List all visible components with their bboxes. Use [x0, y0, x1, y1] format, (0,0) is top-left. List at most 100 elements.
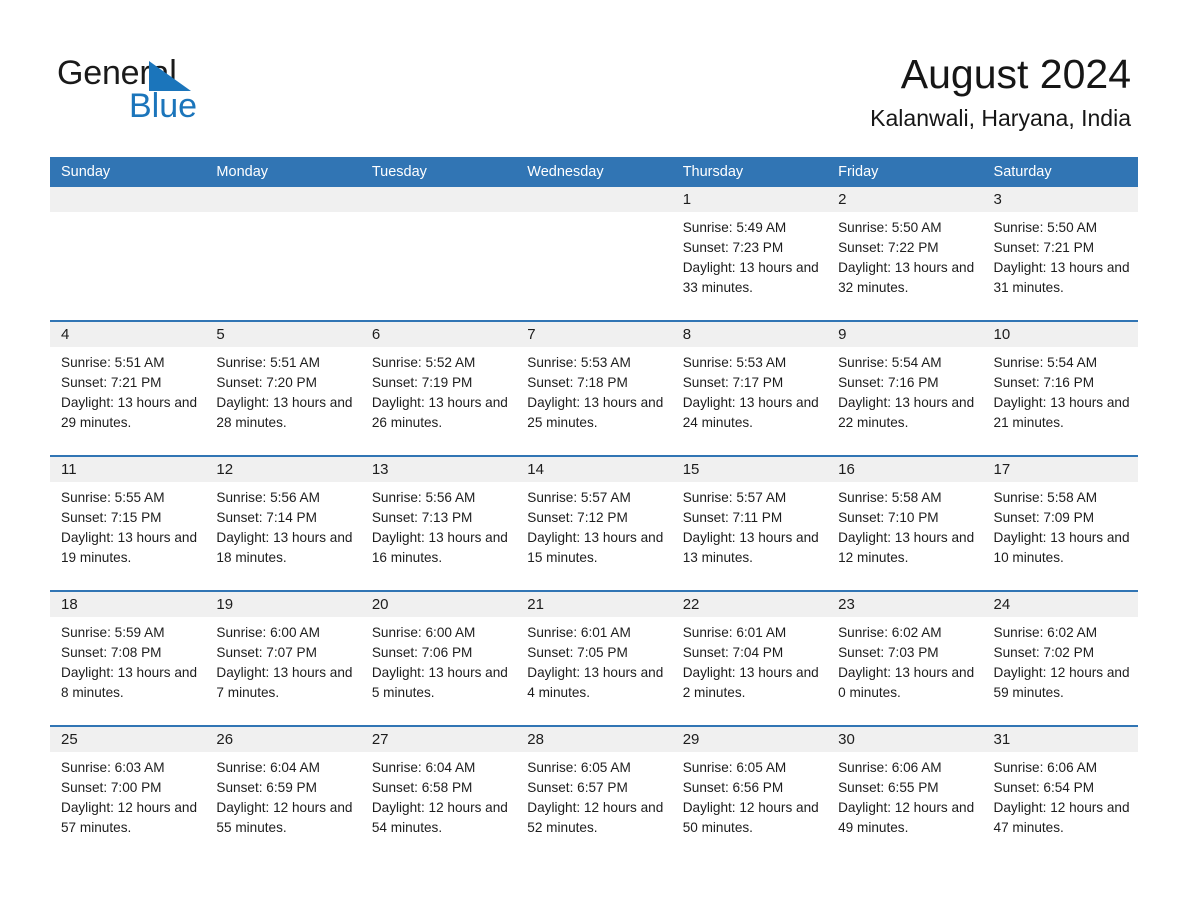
day-sun-info: Sunrise: 5:56 AM Sunset: 7:14 PM Dayligh…: [216, 490, 353, 566]
location-subtitle: Kalanwali, Haryana, India: [870, 105, 1131, 131]
day-sun-info: Sunrise: 5:50 AM Sunset: 7:21 PM Dayligh…: [993, 220, 1130, 296]
calendar-day-cell[interactable]: 20 Sunrise: 6:00 AM Sunset: 7:06 PM Dayli…: [360, 592, 517, 725]
calendar-day-cell[interactable]: 7 Sunrise: 5:53 AM Sunset: 7:18 PM Daylig…: [516, 322, 672, 455]
weekday-header-saturday: Saturday: [993, 164, 1052, 180]
day-sun-info: [361, 212, 516, 218]
day-number: 30: [827, 727, 983, 752]
day-sun-info: Sunrise: 6:06 AM Sunset: 6:55 PM Dayligh…: [838, 760, 975, 836]
day-sun-info: Sunrise: 6:04 AM Sunset: 6:58 PM Dayligh…: [371, 760, 508, 836]
day-sun-info: Sunrise: 6:05 AM Sunset: 6:57 PM Dayligh…: [527, 760, 664, 836]
weekday-header-tuesday: Tuesday: [371, 164, 427, 180]
weekday-header-thursday: Thursday: [682, 164, 744, 180]
calendar-day-cell[interactable]: 22 Sunrise: 6:01 AM Sunset: 7:04 PM Dayli…: [671, 592, 828, 725]
day-sun-info: Sunrise: 5:53 AM Sunset: 7:18 PM Dayligh…: [527, 355, 664, 431]
day-sun-info: Sunrise: 6:04 AM Sunset: 6:59 PM Dayligh…: [216, 760, 353, 836]
day-sun-info: Sunrise: 6:01 AM Sunset: 7:04 PM Dayligh…: [682, 625, 819, 701]
day-number: 27: [360, 727, 517, 752]
day-sun-info: Sunrise: 6:00 AM Sunset: 7:06 PM Dayligh…: [371, 625, 508, 701]
calendar-day-cell[interactable]: 28 Sunrise: 6:05 AM Sunset: 6:57 PM Dayli…: [516, 727, 672, 860]
calendar-day-cell-empty: [50, 187, 206, 320]
day-number: 26: [205, 727, 361, 752]
day-sun-info: Sunrise: 5:59 AM Sunset: 7:08 PM Dayligh…: [61, 625, 198, 701]
day-number: 10: [982, 322, 1138, 347]
calendar-day-cell[interactable]: 23 Sunrise: 6:02 AM Sunset: 7:03 PM Dayli…: [827, 592, 983, 725]
calendar-day-cell[interactable]: 11 Sunrise: 5:55 AM Sunset: 7:15 PM Dayli…: [50, 457, 206, 590]
calendar-day-cell[interactable]: 16 Sunrise: 5:58 AM Sunset: 7:10 PM Dayli…: [827, 457, 983, 590]
calendar-day-cell[interactable]: 18 Sunrise: 5:59 AM Sunset: 7:08 PM Dayli…: [50, 592, 206, 725]
calendar-day-cell[interactable]: 27 Sunrise: 6:04 AM Sunset: 6:58 PM Dayli…: [360, 727, 517, 860]
day-number: 31: [982, 727, 1138, 752]
day-number: 13: [360, 457, 517, 482]
calendar-day-cell[interactable]: 17 Sunrise: 5:58 AM Sunset: 7:09 PM Dayli…: [982, 457, 1138, 590]
day-number: 9: [827, 322, 983, 347]
day-sun-info: Sunrise: 5:57 AM Sunset: 7:11 PM Dayligh…: [682, 490, 819, 566]
day-sun-info: [50, 212, 205, 218]
day-number: [205, 187, 361, 212]
calendar-day-cell[interactable]: 10 Sunrise: 5:54 AM Sunset: 7:16 PM Dayli…: [982, 322, 1138, 455]
calendar-week-row: 4 Sunrise: 5:51 AM Sunset: 7:21 PM Daylig…: [50, 320, 1138, 455]
day-sun-info: Sunrise: 6:00 AM Sunset: 7:07 PM Dayligh…: [216, 625, 353, 701]
day-number: [360, 187, 517, 212]
calendar-day-cell[interactable]: 4 Sunrise: 5:51 AM Sunset: 7:21 PM Daylig…: [50, 322, 206, 455]
calendar-day-cell[interactable]: 8 Sunrise: 5:53 AM Sunset: 7:17 PM Daylig…: [671, 322, 828, 455]
day-number: 28: [516, 727, 672, 752]
page-header: General Blue August 2024 Kalanwali, Hary…: [0, 0, 1188, 155]
day-number: 14: [516, 457, 672, 482]
calendar-day-cell[interactable]: 21 Sunrise: 6:01 AM Sunset: 7:05 PM Dayli…: [516, 592, 672, 725]
calendar-day-cell[interactable]: 13 Sunrise: 5:56 AM Sunset: 7:13 PM Dayli…: [360, 457, 517, 590]
calendar-day-cell[interactable]: 15 Sunrise: 5:57 AM Sunset: 7:11 PM Dayli…: [671, 457, 828, 590]
day-number: 11: [50, 457, 206, 482]
day-number: 16: [827, 457, 983, 482]
day-sun-info: Sunrise: 5:56 AM Sunset: 7:13 PM Dayligh…: [371, 490, 508, 566]
calendar-day-cell-empty: [516, 187, 672, 320]
day-number: 4: [50, 322, 206, 347]
calendar-day-cell[interactable]: 9 Sunrise: 5:54 AM Sunset: 7:16 PM Daylig…: [827, 322, 983, 455]
calendar-day-cell[interactable]: 5 Sunrise: 5:51 AM Sunset: 7:20 PM Daylig…: [205, 322, 361, 455]
calendar-day-cell[interactable]: 24 Sunrise: 6:02 AM Sunset: 7:02 PM Dayli…: [982, 592, 1138, 725]
calendar-day-cell[interactable]: 19 Sunrise: 6:00 AM Sunset: 7:07 PM Dayli…: [205, 592, 361, 725]
day-sun-info: Sunrise: 5:58 AM Sunset: 7:09 PM Dayligh…: [993, 490, 1130, 566]
day-sun-info: Sunrise: 5:51 AM Sunset: 7:21 PM Dayligh…: [61, 355, 198, 431]
day-number: 15: [671, 457, 828, 482]
calendar-day-cell[interactable]: 6 Sunrise: 5:52 AM Sunset: 7:19 PM Daylig…: [360, 322, 517, 455]
calendar-day-cell-empty: [360, 187, 517, 320]
day-sun-info: Sunrise: 5:54 AM Sunset: 7:16 PM Dayligh…: [993, 355, 1130, 431]
day-sun-info: Sunrise: 5:57 AM Sunset: 7:12 PM Dayligh…: [527, 490, 664, 566]
day-number: 2: [827, 187, 983, 212]
weekday-header-sunday: Sunday: [61, 164, 111, 180]
calendar-week-row: 11 Sunrise: 5:55 AM Sunset: 7:15 PM Dayli…: [50, 455, 1138, 590]
calendar-day-cell[interactable]: 30 Sunrise: 6:06 AM Sunset: 6:55 PM Dayli…: [827, 727, 983, 860]
calendar-day-cell[interactable]: 2 Sunrise: 5:50 AM Sunset: 7:22 PM Daylig…: [827, 187, 983, 320]
calendar-day-cell[interactable]: 3 Sunrise: 5:50 AM Sunset: 7:21 PM Daylig…: [982, 187, 1138, 320]
day-sun-info: Sunrise: 5:54 AM Sunset: 7:16 PM Dayligh…: [838, 355, 975, 431]
calendar-day-cell[interactable]: 1 Sunrise: 5:49 AM Sunset: 7:23 PM Daylig…: [671, 187, 828, 320]
calendar-week-row: 25 Sunrise: 6:03 AM Sunset: 7:00 PM Dayli…: [50, 725, 1138, 860]
logo[interactable]: General Blue: [57, 55, 317, 133]
day-sun-info: Sunrise: 6:03 AM Sunset: 7:00 PM Dayligh…: [61, 760, 198, 836]
calendar-day-cell[interactable]: 14 Sunrise: 5:57 AM Sunset: 7:12 PM Dayli…: [516, 457, 672, 590]
calendar-week-row: 18 Sunrise: 5:59 AM Sunset: 7:08 PM Dayli…: [50, 590, 1138, 725]
day-number: 3: [982, 187, 1138, 212]
day-number: 7: [516, 322, 672, 347]
calendar-day-cell[interactable]: 31 Sunrise: 6:06 AM Sunset: 6:54 PM Dayli…: [982, 727, 1138, 860]
weekday-header-row: Sunday Monday Tuesday Wednesday Thursday…: [50, 157, 1138, 187]
day-number: 24: [982, 592, 1138, 617]
calendar-day-cell[interactable]: 26 Sunrise: 6:04 AM Sunset: 6:59 PM Dayli…: [205, 727, 361, 860]
weekday-header-friday: Friday: [838, 164, 879, 180]
calendar-page: General Blue August 2024 Kalanwali, Hary…: [0, 0, 1188, 918]
day-sun-info: Sunrise: 6:01 AM Sunset: 7:05 PM Dayligh…: [527, 625, 664, 701]
page-title: August 2024: [900, 51, 1131, 97]
calendar-day-cell[interactable]: 29 Sunrise: 6:05 AM Sunset: 6:56 PM Dayli…: [671, 727, 828, 860]
calendar-day-cell-empty: [205, 187, 361, 320]
day-number: 18: [50, 592, 206, 617]
weekday-header-wednesday: Wednesday: [527, 164, 604, 180]
calendar-day-cell[interactable]: 12 Sunrise: 5:56 AM Sunset: 7:14 PM Dayli…: [205, 457, 361, 590]
calendar-grid: Sunday Monday Tuesday Wednesday Thursday…: [50, 157, 1138, 860]
weekday-header-monday: Monday: [216, 164, 269, 180]
day-sun-info: Sunrise: 5:50 AM Sunset: 7:22 PM Dayligh…: [838, 220, 975, 296]
day-sun-info: Sunrise: 5:55 AM Sunset: 7:15 PM Dayligh…: [61, 490, 198, 566]
day-number: 5: [205, 322, 361, 347]
calendar-day-cell[interactable]: 25 Sunrise: 6:03 AM Sunset: 7:00 PM Dayli…: [50, 727, 206, 860]
day-sun-info: Sunrise: 6:06 AM Sunset: 6:54 PM Dayligh…: [993, 760, 1130, 836]
day-number: 12: [205, 457, 361, 482]
